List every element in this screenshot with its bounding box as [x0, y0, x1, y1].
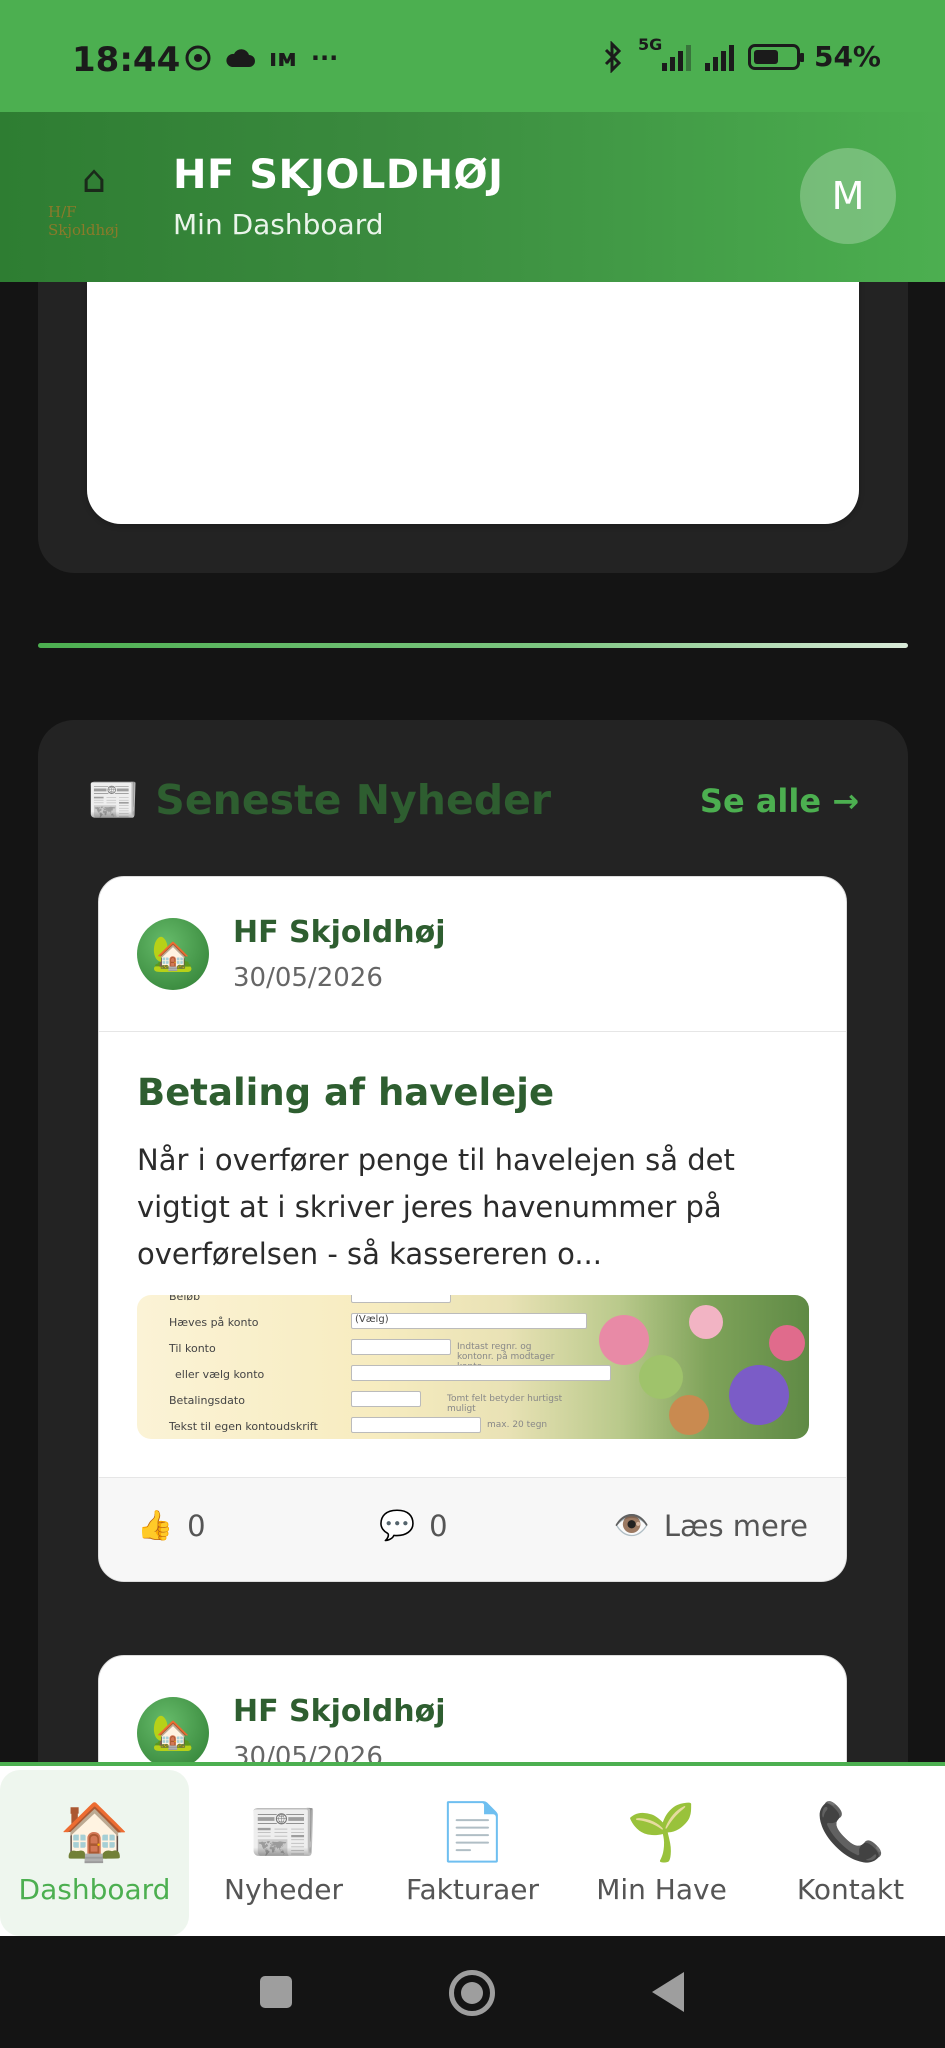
post-image[interactable]: Beløb Hæves på konto (Vælg) Til konto Indt…: [137, 1295, 809, 1439]
like-button[interactable]: 👍 0: [137, 1508, 206, 1543]
carrier-icon: ıм: [269, 44, 297, 72]
logo[interactable]: ⌂ H/F Skjoldhøj: [48, 152, 140, 244]
form-label: Tekst til egen kontoudskrift: [169, 1420, 318, 1433]
seedling-icon: 🌱: [626, 1799, 697, 1865]
form-hint: Tomt felt betyder hurtigst muligt: [447, 1394, 563, 1414]
signal-icon: [661, 43, 691, 71]
home-icon[interactable]: [449, 1970, 495, 2016]
section-divider: [38, 643, 908, 648]
app-subtitle: Min Dashboard: [173, 208, 384, 241]
comment-button[interactable]: 💬 0: [379, 1508, 448, 1543]
network-type: 5G: [637, 34, 663, 54]
form-label: Til konto: [169, 1342, 216, 1355]
like-count: 0: [187, 1508, 206, 1543]
notification-icons: ıм ···: [185, 44, 338, 72]
see-all-link[interactable]: Se alle →: [700, 782, 859, 820]
newspaper-icon: 📰: [87, 775, 140, 824]
tree-house-icon: ⌂: [81, 157, 107, 201]
read-more-button[interactable]: 👁️ Læs mere: [614, 1508, 808, 1543]
card-header: 🏡 HF Skjoldhøj 30/05/2026: [99, 877, 846, 1032]
recents-icon[interactable]: [260, 1976, 292, 2008]
news-section-title: Seneste Nyheder: [155, 776, 552, 824]
eye-icon: 👁️: [613, 1508, 650, 1542]
read-more-label: Læs mere: [663, 1508, 808, 1543]
nav-label: Fakturaer: [405, 1872, 540, 1906]
logo-text: H/F Skjoldhøj: [48, 203, 119, 239]
user-avatar[interactable]: M: [800, 148, 896, 244]
form-label: Hæves på konto: [169, 1316, 259, 1329]
nav-label: Dashboard: [18, 1872, 171, 1906]
status-time: 18:44: [72, 40, 181, 80]
nav-fakturaer[interactable]: 📄 Fakturaer: [378, 1770, 567, 1936]
document-icon: 📄: [437, 1799, 508, 1865]
form-select: (Vælg): [351, 1313, 587, 1329]
nav-kontakt[interactable]: 📞 Kontakt: [756, 1770, 945, 1936]
cloud-icon: [226, 49, 255, 67]
speech-bubble-icon: 💬: [379, 1508, 416, 1542]
thumbs-up-icon: 👍: [137, 1508, 174, 1542]
house-icon: 🏡: [137, 1697, 209, 1769]
status-bar: 18:44 ıм ··· 5G 54%: [0, 0, 945, 118]
signal-icon-2: [704, 43, 734, 71]
form-image-content: Beløb Hæves på konto (Vælg) Til konto Indt…: [169, 1295, 611, 1439]
back-icon[interactable]: [652, 1972, 684, 2012]
house-icon: 🏠: [59, 1799, 130, 1865]
newspaper-icon: 📰: [248, 1799, 319, 1865]
form-label: eller vælg konto: [175, 1368, 265, 1381]
app-header: ⌂ H/F Skjoldhøj HF SKJOLDHØJ Min Dashboa…: [0, 112, 945, 282]
nav-min-have[interactable]: 🌱 Min Have: [567, 1770, 756, 1936]
chrome-icon: [185, 45, 211, 71]
house-icon: 🏡: [137, 918, 209, 990]
bottom-navigation: 🏠 Dashboard 📰 Nyheder 📄 Fakturaer 🌱 Min …: [0, 1762, 945, 1936]
news-header: 📰 Seneste Nyheder: [87, 775, 551, 825]
form-label: Betalingsdato: [169, 1394, 245, 1407]
post-author: HF Skjoldhøj: [233, 1694, 446, 1729]
battery-icon: [747, 43, 804, 70]
app-title: HF SKJOLDHØJ: [173, 152, 504, 198]
battery-percent: 54%: [813, 40, 881, 73]
news-card[interactable]: 🏡 HF Skjoldhøj 30/05/2026 Betaling af ha…: [98, 876, 847, 1582]
nav-label: Nyheder: [224, 1872, 343, 1906]
bluetooth-icon: [604, 40, 622, 73]
more-icon: ···: [310, 44, 339, 72]
nav-nyheder[interactable]: 📰 Nyheder: [189, 1770, 378, 1936]
nav-label: Min Have: [596, 1872, 727, 1906]
nav-dashboard[interactable]: 🏠 Dashboard: [0, 1770, 189, 1936]
post-author: HF Skjoldhøj: [233, 915, 446, 950]
post-date: 30/05/2026: [233, 963, 383, 993]
card-footer: 👍 0 💬 0 👁️ Læs mere: [99, 1477, 846, 1581]
nav-label: Kontakt: [796, 1872, 905, 1906]
post-excerpt: Når i overfører penge til havelejen så d…: [137, 1143, 735, 1271]
post-title[interactable]: Betaling af haveleje: [137, 1071, 554, 1114]
garden-flowers-illustration: [579, 1295, 809, 1439]
system-navigation-bar: [0, 1936, 945, 2048]
form-label: Beløb: [169, 1295, 201, 1303]
phone-icon: 📞: [815, 1799, 886, 1865]
form-hint: max. 20 tegn: [487, 1420, 548, 1430]
comment-count: 0: [429, 1508, 448, 1543]
